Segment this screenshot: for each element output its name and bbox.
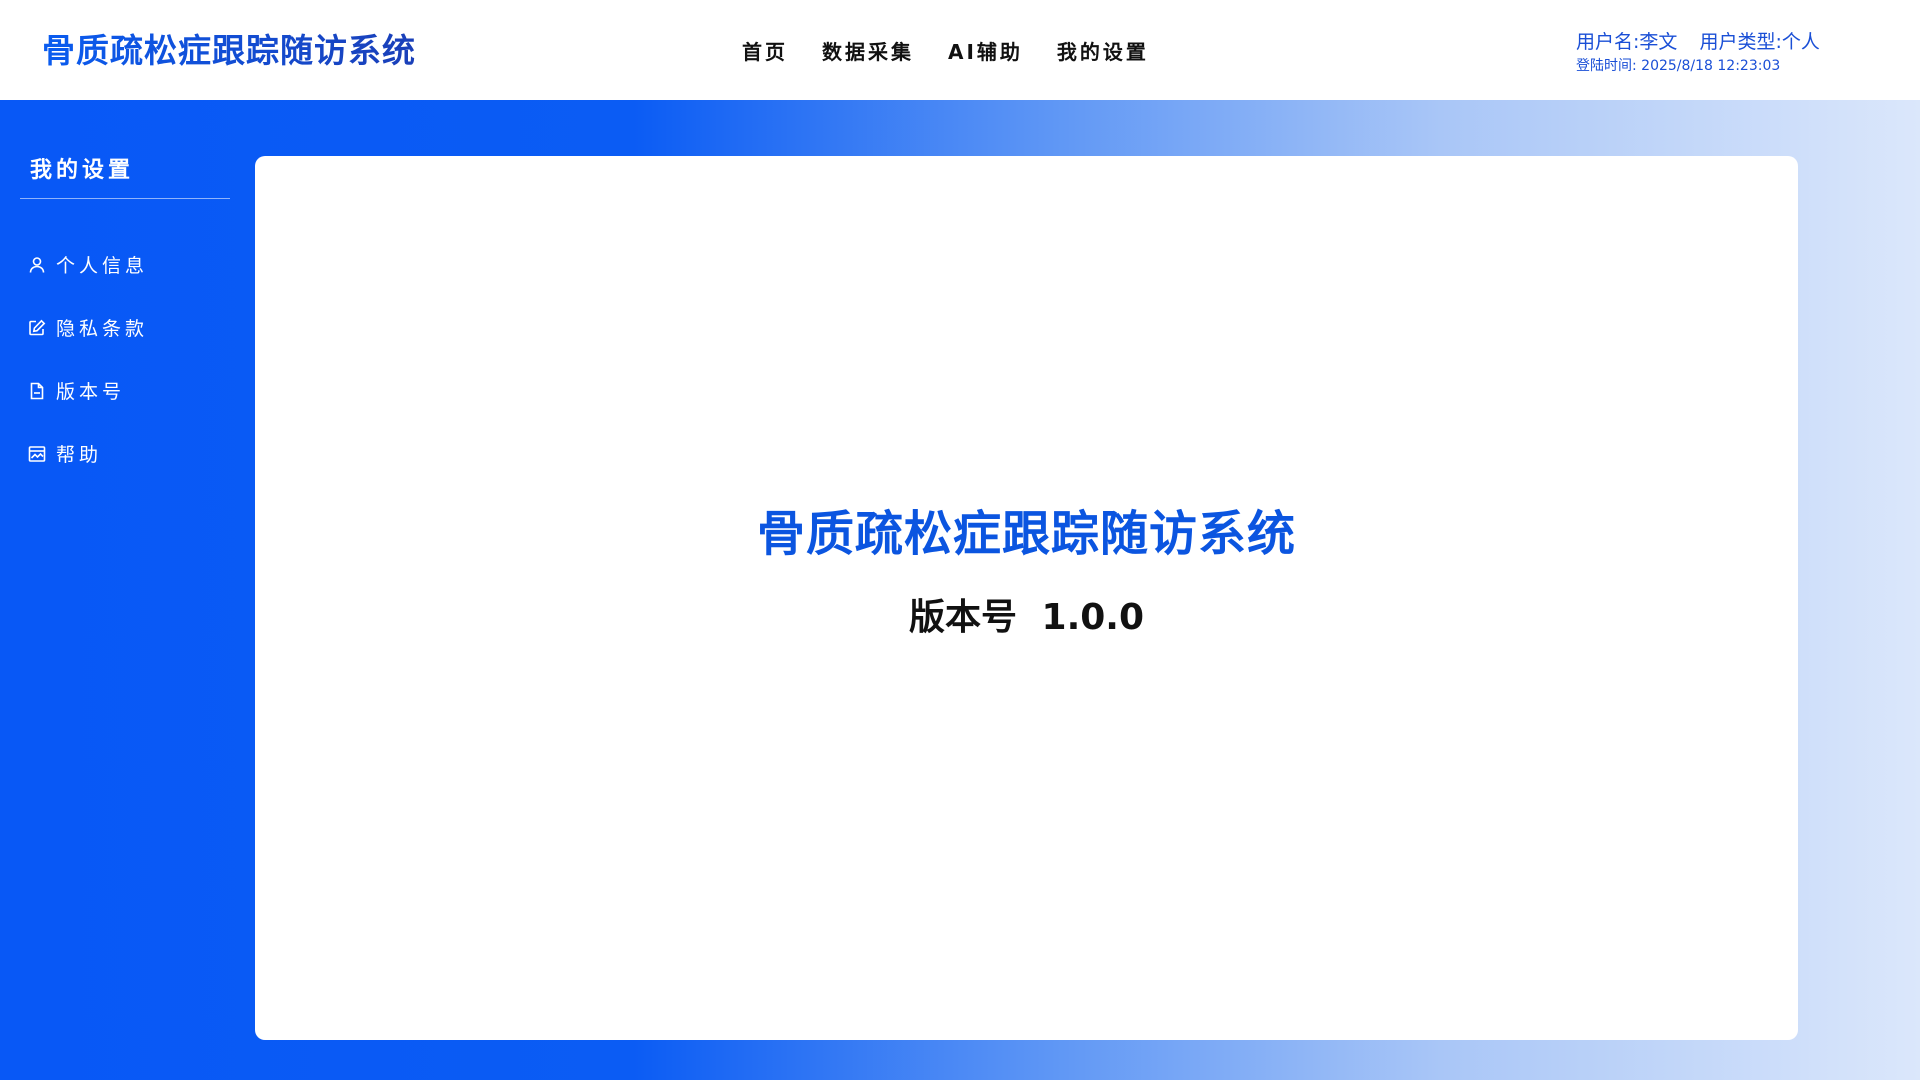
app-title: 骨质疏松症跟踪随访系统: [42, 24, 416, 72]
nav-item-ai-assist[interactable]: AI辅助: [948, 36, 1023, 65]
version-label: 版本号: [908, 597, 1017, 638]
sidebar-item-label: 隐私条款: [56, 318, 149, 340]
top-header: 骨质疏松症跟踪随访系统 首页 数据采集 AI辅助 我的设置 用户名:李文 用户类…: [0, 0, 1920, 100]
user-icon: [28, 256, 46, 274]
edit-icon: [28, 319, 46, 337]
content-card: 骨质疏松症跟踪随访系统 版本号 1.0.0: [255, 156, 1798, 1040]
document-icon: [28, 382, 46, 400]
usertype-label: 用户类型:个人: [1699, 31, 1820, 53]
version-value: 1.0.0: [1041, 597, 1145, 638]
sidebar-item-privacy[interactable]: 隐私条款: [20, 296, 230, 359]
sidebar-item-label: 个人信息: [56, 255, 149, 277]
content-title: 骨质疏松症跟踪随访系统: [756, 506, 1296, 562]
nav-item-home[interactable]: 首页: [742, 36, 788, 65]
version-info: 版本号 1.0.0: [255, 588, 1798, 640]
user-info: 用户名:李文 用户类型:个人 登陆时间: 2025/8/18 12:23:03: [1576, 30, 1820, 76]
sidebar-item-personal-info[interactable]: 个人信息: [20, 233, 230, 296]
sidebar-title: 我的设置: [20, 136, 230, 199]
username-label: 用户名:李文: [1576, 31, 1678, 53]
sidebar-item-version[interactable]: 版本号: [20, 359, 230, 422]
sidebar-item-label: 帮助: [56, 444, 103, 466]
sidebar: 我的设置 个人信息 隐私条款 版本号 帮助: [20, 158, 230, 485]
image-icon: [28, 445, 46, 463]
sidebar-item-label: 版本号: [56, 381, 126, 403]
sidebar-item-help[interactable]: 帮助: [20, 422, 230, 485]
main-nav: 首页 数据采集 AI辅助 我的设置: [742, 36, 1183, 65]
nav-item-my-settings[interactable]: 我的设置: [1057, 36, 1149, 65]
nav-item-data-collection[interactable]: 数据采集: [822, 36, 914, 65]
login-time: 登陆时间: 2025/8/18 12:23:03: [1576, 58, 1781, 74]
